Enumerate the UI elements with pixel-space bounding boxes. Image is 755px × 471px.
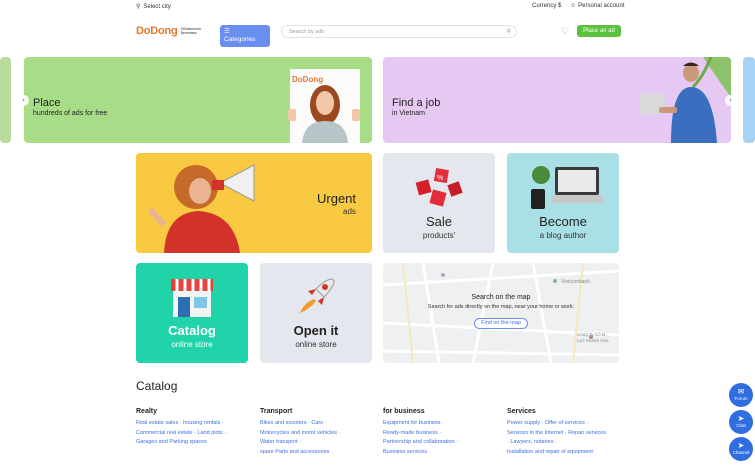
banner-title: Place (33, 97, 61, 109)
banner-badge: DoDong (292, 75, 323, 84)
tile-title: Search on the map (471, 294, 531, 301)
catalog-link-line[interactable]: Real estate sales · housing rentals · (136, 419, 256, 429)
map-background: Vietcombank Công Ty Cổ Đ... Lực Khánh Hò… (383, 263, 619, 363)
man-with-laptop-illustration (639, 57, 731, 143)
catalog-link-line[interactable]: Bikes and scooters · Cars · (260, 419, 380, 429)
storefront-icon (171, 279, 213, 317)
banner-find-job[interactable]: Find a job in Vietnam (383, 57, 731, 143)
tile-become-blog-author[interactable]: Become a blog author (507, 153, 619, 253)
carousel-slide-next[interactable] (743, 57, 755, 143)
banner-place-ads[interactable]: Place hundreds of ads for free DoDong (24, 57, 372, 143)
catalog-column-transport: Transport Bikes and scooters · Cars · Mo… (260, 408, 380, 457)
chat-bubbles-icon: ✉ (737, 387, 745, 396)
forum-label: Forum (734, 396, 748, 401)
tile-title: Catalog (168, 323, 216, 338)
search-placeholder: Search by ads (289, 29, 325, 35)
catalog-link-line[interactable]: Ready-made business · (383, 429, 503, 439)
catalog-link-line[interactable]: Commercial real estate · Land plots · (136, 429, 256, 439)
carousel-slide-prev[interactable] (0, 57, 11, 143)
search-icon[interactable]: ⚲ (507, 28, 511, 35)
user-icon: ☺ (570, 3, 577, 9)
woman-thumbs-up-illustration: DoDong (288, 69, 360, 143)
tile-subtitle: online store (295, 340, 337, 349)
woman-megaphone-illustration (147, 164, 255, 253)
catalog-column-realty: Realty Real estate sales · housing renta… (136, 408, 256, 448)
catalog-column-heading[interactable]: Transport (260, 408, 380, 415)
channel-label: Channel (732, 450, 750, 455)
channel-button[interactable]: ➤ Channel (729, 437, 753, 461)
map-label: Lực Khánh Hòa (577, 338, 609, 343)
svg-text:%: % (437, 175, 443, 182)
tile-subtitle: online store (171, 340, 213, 349)
banner-subtitle: in Vietnam (392, 110, 425, 117)
catalog-column-heading[interactable]: Services (507, 408, 627, 415)
catalog-heading: Catalog (136, 379, 178, 393)
find-on-map-button[interactable]: Find on the map (474, 318, 528, 329)
place-ad-button[interactable]: Place an ad (577, 25, 621, 37)
map-label: Vietcombank (561, 279, 590, 285)
tile-title: Open it (293, 323, 339, 338)
logo-text: DoDong (136, 25, 178, 37)
menu-icon: ☰ (224, 28, 230, 35)
tile-title: Become (539, 214, 587, 229)
chat-label: Chat (736, 423, 746, 428)
select-city-link[interactable]: ⚲ Select city (136, 3, 171, 11)
rocket-icon (300, 278, 335, 313)
catalog-link-line[interactable]: Water transport · (260, 438, 380, 448)
personal-account-label: Personal account (578, 3, 625, 9)
catalog-link-line[interactable]: Equipment for business · (383, 419, 503, 429)
catalog-link-line[interactable]: Power supply · Offer of services · (507, 419, 627, 429)
tile-open-online-store[interactable]: Open it online store (260, 263, 372, 363)
top-bar: ⚲ Select city Currency $ ☺ Personal acco… (0, 0, 755, 14)
catalog-link-line[interactable]: · Lawyers, notaries · (507, 438, 627, 448)
catalog-column-business: for business Equipment for business · Re… (383, 408, 503, 457)
categories-label: Categories (224, 36, 256, 43)
paper-plane-icon: ➤ (737, 414, 745, 423)
percent-cubes-illustration: % (415, 168, 463, 207)
paper-plane-icon: ➤ (737, 441, 745, 450)
search-input[interactable]: Search by ads ⚲ (281, 25, 517, 38)
heart-icon[interactable]: ♡ (561, 26, 569, 37)
catalog-link-line[interactable]: Motorcycles and motor vehicles · (260, 429, 380, 439)
location-pin-icon: ⚲ (136, 4, 141, 10)
carousel-prev-arrow[interactable]: ‹ (18, 95, 29, 106)
forum-button[interactable]: ✉ Forum (729, 383, 753, 407)
map-label: Công Ty Cổ Đ... (577, 331, 609, 337)
tile-subtitle: ads (343, 207, 356, 216)
catalog-link-line[interactable]: Business services (383, 448, 503, 458)
catalog-link-line[interactable]: Garages and Parking spaces (136, 438, 256, 448)
banner-subtitle: hundreds of ads for free (33, 110, 108, 117)
select-city-label: Select city (143, 3, 171, 10)
laptop-desk-illustration (531, 166, 603, 209)
catalog-column-services: Services Power supply · Offer of service… (507, 408, 627, 457)
tile-subtitle: products' (422, 231, 456, 240)
tile-title: Urgent (317, 191, 357, 206)
banner-title: Find a job (392, 97, 441, 109)
catalog-link-line[interactable]: spare Parts and accessories (260, 448, 380, 458)
catalog-link-line[interactable]: Services in the Internet · Repair servic… (507, 429, 627, 439)
header: DoDong Объявления Вьетнама ☰ Categories … (0, 18, 755, 48)
tile-urgent-ads[interactable]: Urgent ads (136, 153, 372, 253)
catalog-column-heading[interactable]: for business (383, 408, 503, 415)
tile-search-on-map[interactable]: Vietcombank Công Ty Cổ Đ... Lực Khánh Hò… (383, 263, 619, 363)
currency-selector[interactable]: Currency $ (532, 3, 561, 9)
tile-title: Sale (425, 214, 453, 229)
tile-subtitle: a blog author (539, 231, 587, 240)
personal-account-link[interactable]: ☺ Personal account (570, 3, 625, 9)
catalog-link-line[interactable]: Partnership and collaboration · (383, 438, 503, 448)
carousel-next-arrow[interactable]: › (725, 95, 736, 106)
tile-subtitle: Search for ads directly on the map, near… (427, 304, 575, 310)
logo-subtitle: Объявления Вьетнама (180, 27, 201, 35)
categories-button[interactable]: ☰ Categories (220, 25, 270, 47)
catalog-link-line[interactable]: Installation and repair of equipment (507, 448, 627, 458)
logo[interactable]: DoDong Объявления Вьетнама (136, 25, 217, 37)
tile-catalog-online-store[interactable]: Catalog online store (136, 263, 248, 363)
chat-button[interactable]: ➤ Chat (729, 410, 753, 434)
catalog-column-heading[interactable]: Realty (136, 408, 256, 415)
tile-sale-products[interactable]: % Sale products' (383, 153, 495, 253)
